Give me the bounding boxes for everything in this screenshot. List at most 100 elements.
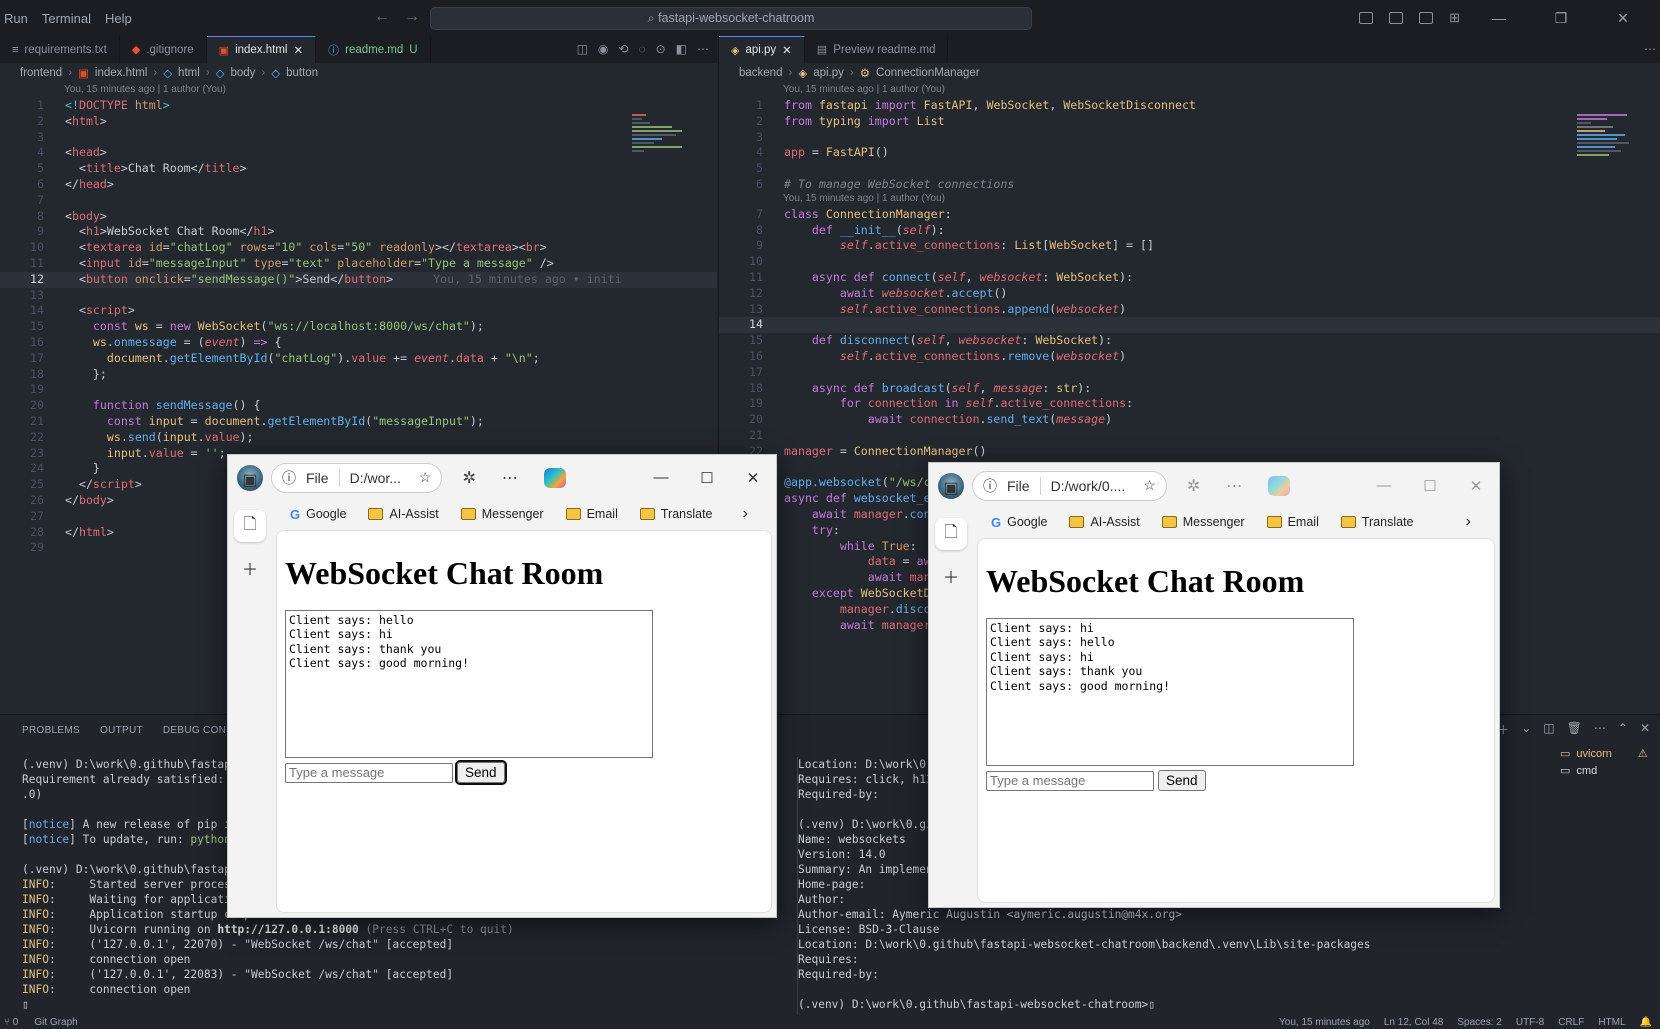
cursor-position[interactable]: Ln 12, Col 48 xyxy=(1384,1017,1444,1028)
more-menu-icon[interactable]: ⋯ xyxy=(502,468,518,488)
minimap[interactable] xyxy=(632,112,700,202)
breadcrumb-item[interactable]: backend xyxy=(739,67,782,79)
breadcrumb-item[interactable]: body xyxy=(230,67,255,79)
go-live-icon[interactable]: ◉ xyxy=(598,42,608,56)
chevron-down-icon[interactable]: ⌄ xyxy=(1521,721,1531,738)
split-terminal-icon[interactable]: ◫ xyxy=(1543,721,1554,738)
tab-api-py[interactable]: ◈ api.py ✕ xyxy=(719,36,805,63)
copilot-icon[interactable] xyxy=(1268,475,1291,496)
bookmark-messenger[interactable]: Messenger xyxy=(460,507,544,521)
more-actions-icon[interactable]: ⋯ xyxy=(1644,42,1656,56)
codelens-blame[interactable]: You, 15 minutes ago | 1 author (You) xyxy=(719,84,1660,98)
tab-preview-readme[interactable]: ▤ Preview readme.md xyxy=(805,36,949,63)
new-tab-icon[interactable]: ＋ xyxy=(242,556,258,580)
message-input[interactable] xyxy=(986,770,1154,791)
git-graph-button[interactable]: Git Graph xyxy=(34,1017,77,1028)
line-ending[interactable]: CRLF xyxy=(1558,1017,1584,1028)
restore-icon[interactable]: ❐ xyxy=(1538,10,1584,27)
current-tab-icon[interactable]: 🗋 xyxy=(234,510,266,542)
menu-run[interactable]: Run xyxy=(4,11,28,26)
more-actions-icon[interactable]: ⋯ xyxy=(1594,721,1606,738)
chat-log-textarea[interactable]: Client says: hello Client says: hi Clien… xyxy=(285,610,653,758)
bookmark-translate[interactable]: Translate xyxy=(1340,515,1414,529)
indentation[interactable]: Spaces: 2 xyxy=(1457,1017,1501,1028)
breadcrumb-item[interactable]: index.html xyxy=(95,67,147,79)
blame-status[interactable]: You, 15 minutes ago xyxy=(1279,1017,1370,1028)
tab-actions-icon[interactable]: ▣ xyxy=(242,470,257,490)
copilot-icon[interactable] xyxy=(543,467,566,488)
tab-actions-icon[interactable]: ▣ xyxy=(943,478,958,498)
bookmark-ai-assist[interactable]: AI-Assist xyxy=(1069,515,1140,529)
breadcrumb-item[interactable]: button xyxy=(286,67,318,79)
send-button[interactable]: Send xyxy=(455,760,507,785)
breadcrumb-item[interactable]: html xyxy=(178,67,200,79)
bookmark-ai-assist[interactable]: AI-Assist xyxy=(368,507,439,521)
menu-help[interactable]: Help xyxy=(105,11,132,26)
back-arrow-icon[interactable]: ← xyxy=(374,8,390,26)
more-actions-icon[interactable]: ⋯ xyxy=(697,42,709,56)
send-button[interactable]: Send xyxy=(1158,770,1206,791)
message-input[interactable] xyxy=(285,762,453,783)
star-icon[interactable]: ☆ xyxy=(419,469,432,486)
customize-layout-icon[interactable]: ⊞ xyxy=(1449,10,1460,26)
minimize-icon[interactable]: — xyxy=(638,469,684,486)
breadcrumb-item[interactable]: ConnectionManager xyxy=(876,67,980,79)
toggle-sidebar-icon[interactable] xyxy=(1359,12,1374,24)
bookmark-email[interactable]: Email xyxy=(1266,515,1319,529)
extensions-icon[interactable]: ✲ xyxy=(462,468,475,488)
address-bar[interactable]: ⓘ File D:/work/0.... ☆ xyxy=(972,470,1167,501)
maximize-icon[interactable]: ☐ xyxy=(684,469,730,487)
terminal-item-uvicorn[interactable]: ▭ uvicorn ⚠ xyxy=(1540,745,1660,762)
bookmark-messenger[interactable]: Messenger xyxy=(1161,515,1245,529)
forward-arrow-icon[interactable]: → xyxy=(404,8,420,26)
bookmark-google[interactable]: G Google xyxy=(991,515,1047,530)
bookmark-email[interactable]: Email xyxy=(565,507,618,521)
ports-indicator[interactable]: ⑂ 0 xyxy=(4,1017,18,1028)
chat-log-textarea[interactable]: Client says: hi Client says: hello Clien… xyxy=(986,618,1354,766)
tab-output[interactable]: OUTPUT xyxy=(100,725,143,736)
bookmark-google[interactable]: G Google xyxy=(290,507,346,522)
menu-terminal[interactable]: Terminal xyxy=(42,11,91,26)
terminal-item-cmd[interactable]: ▭ cmd xyxy=(1540,762,1660,779)
minimize-icon[interactable]: — xyxy=(1361,477,1407,494)
toggle-secondary-sidebar-icon[interactable] xyxy=(1419,12,1434,24)
address-bar[interactable]: ⓘ File D:/wor... ☆ xyxy=(271,462,443,493)
minimap[interactable] xyxy=(1577,112,1645,202)
chevron-right-icon[interactable]: › xyxy=(743,505,748,523)
star-icon[interactable]: ☆ xyxy=(1143,477,1156,494)
new-tab-icon[interactable]: ＋ xyxy=(943,564,959,588)
tab-requirements[interactable]: ≡ requirements.txt xyxy=(0,36,120,63)
bookmark-translate[interactable]: Translate xyxy=(639,507,713,521)
close-tab-icon[interactable]: ✕ xyxy=(293,43,303,57)
encoding[interactable]: UTF-8 xyxy=(1516,1017,1544,1028)
toggle-panel-icon[interactable] xyxy=(1389,12,1404,24)
chevron-right-icon[interactable]: › xyxy=(1466,513,1471,531)
notifications-icon[interactable]: 🔔 xyxy=(1640,1017,1652,1028)
info-icon[interactable]: ⓘ xyxy=(983,476,997,496)
close-icon[interactable]: ✕ xyxy=(730,469,776,487)
open-preview-icon[interactable]: ◫ xyxy=(577,42,588,56)
language-mode[interactable]: HTML xyxy=(1598,1017,1625,1028)
breadcrumb-item[interactable]: frontend xyxy=(20,67,62,79)
codelens-blame[interactable]: You, 15 minutes ago | 1 author (You) xyxy=(719,193,1660,207)
tab-readme[interactable]: ⓘ readme.md U xyxy=(316,36,431,63)
timeline-icon[interactable]: ⟲ xyxy=(618,42,628,56)
tab-index-html[interactable]: ▣ index.html ✕ xyxy=(206,36,317,63)
trash-icon[interactable]: 🗑 xyxy=(1567,721,1582,738)
compare-icon[interactable]: ◌ xyxy=(638,42,645,56)
current-tab-icon[interactable]: 🗋 xyxy=(935,518,967,550)
split-editor-icon[interactable]: ◧ xyxy=(676,42,687,56)
tab-problems[interactable]: PROBLEMS xyxy=(22,725,80,736)
command-center-search[interactable]: ⌕ fastapi-websocket-chatroom xyxy=(430,7,1032,30)
close-icon[interactable]: ✕ xyxy=(1453,477,1499,495)
tab-gitignore[interactable]: ◆ .gitignore xyxy=(120,36,207,63)
maximize-icon[interactable]: ☐ xyxy=(1407,477,1453,495)
more-menu-icon[interactable]: ⋯ xyxy=(1226,476,1242,496)
info-icon[interactable]: ⓘ xyxy=(282,468,296,488)
maximize-panel-icon[interactable]: ⌃ xyxy=(1618,721,1628,738)
extensions-icon[interactable]: ✲ xyxy=(1187,476,1200,496)
git-lens-icon[interactable]: ⊙ xyxy=(656,42,666,56)
codelens-blame[interactable]: You, 15 minutes ago | 1 author (You) xyxy=(0,84,717,98)
close-window-icon[interactable]: ✕ xyxy=(1600,10,1646,27)
minimize-icon[interactable]: — xyxy=(1476,10,1522,26)
